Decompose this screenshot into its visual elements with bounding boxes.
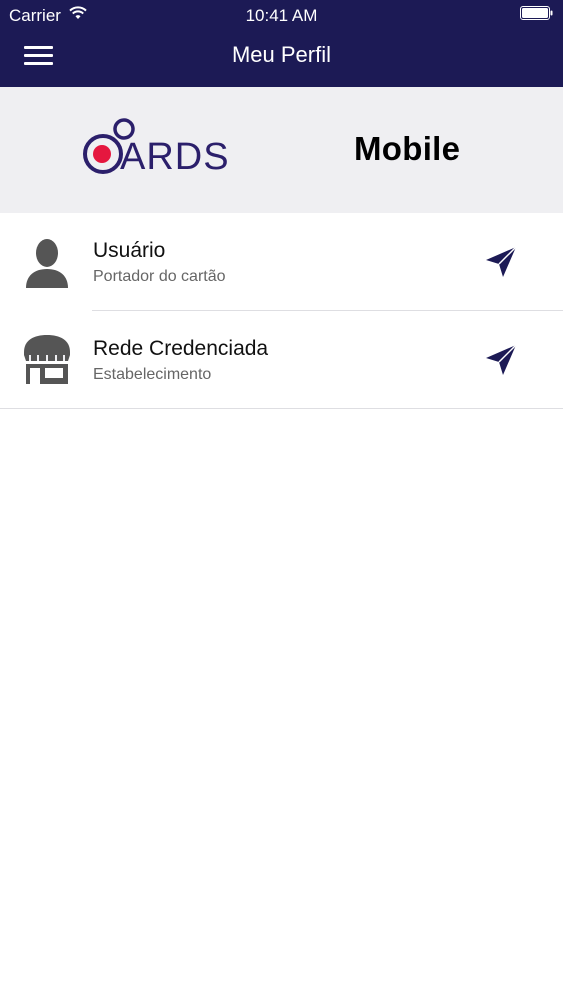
row-divider	[0, 408, 563, 409]
profile-subtitle: Estabelecimento	[93, 366, 212, 383]
profile-list: Usuário Portador do cartão Rede Credenci…	[0, 213, 563, 409]
user-icon	[26, 239, 68, 288]
status-time: 10:41 AM	[245, 6, 318, 25]
profile-item-rede-credenciada[interactable]: Rede Credenciada Estabelecimento	[0, 311, 563, 409]
top-bar: Carrier 10:41 AM Meu Perfil	[0, 0, 563, 87]
profile-title: Rede Credenciada	[93, 337, 269, 360]
status-bar: Carrier 10:41 AM	[0, 0, 563, 30]
battery-icon	[520, 6, 553, 20]
cards-logo: ARDS	[83, 118, 230, 177]
brand-header: ARDS Mobile	[0, 87, 563, 213]
svg-text:ARDS: ARDS	[120, 136, 230, 177]
store-icon	[24, 335, 70, 384]
send-icon[interactable]	[484, 343, 518, 377]
profile-title: Usuário	[93, 239, 166, 262]
send-icon[interactable]	[484, 245, 518, 279]
brand-subtitle: Mobile	[354, 130, 461, 167]
profile-subtitle: Portador do cartão	[93, 268, 226, 285]
profile-item-usuario[interactable]: Usuário Portador do cartão	[0, 213, 563, 311]
page-title: Meu Perfil	[231, 42, 332, 67]
